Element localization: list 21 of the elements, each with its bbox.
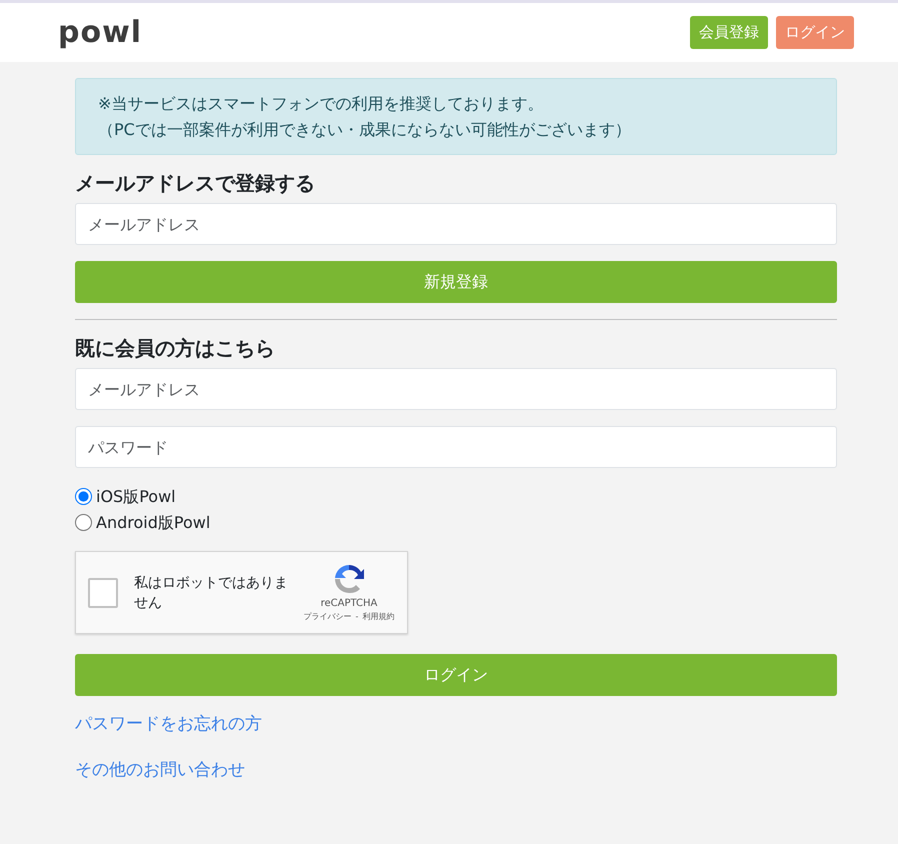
captcha-label: 私はロボットではありません xyxy=(134,574,289,613)
platform-label[interactable]: Android版Powl xyxy=(96,510,210,536)
login-button[interactable]: ログイン xyxy=(776,16,854,49)
help-link[interactable]: その他のお問い合わせ xyxy=(75,758,245,784)
register-button[interactable]: 会員登録 xyxy=(690,16,768,49)
platform-label[interactable]: iOS版Powl xyxy=(96,484,176,510)
login-button[interactable]: ログイン xyxy=(75,654,837,696)
recaptcha-brand: reCAPTCHA xyxy=(320,597,378,612)
logo[interactable]: powl xyxy=(58,18,142,48)
password-field[interactable]: パスワード xyxy=(75,426,837,468)
notice-text: ※当サービスはスマートフォンでの利用を推奨しております。 xyxy=(98,93,544,115)
separator: - xyxy=(356,611,358,624)
email-field[interactable]: メールアドレス xyxy=(75,203,837,246)
notice-text: （PCでは一部案件が利用できない・成果にならない可能性がございます） xyxy=(98,118,632,141)
section-heading: メールアドレスで登録する xyxy=(75,171,316,196)
register-button[interactable]: 新規登録 xyxy=(75,261,837,304)
terms-link[interactable]: 利用規約 xyxy=(362,611,394,624)
help-link[interactable]: パスワードをお忘れの方 xyxy=(75,712,262,738)
section-heading: 既に会員の方はこちら xyxy=(75,336,276,360)
email-field[interactable]: メールアドレス xyxy=(75,368,837,410)
privacy-link[interactable]: プライバシー xyxy=(304,611,352,624)
